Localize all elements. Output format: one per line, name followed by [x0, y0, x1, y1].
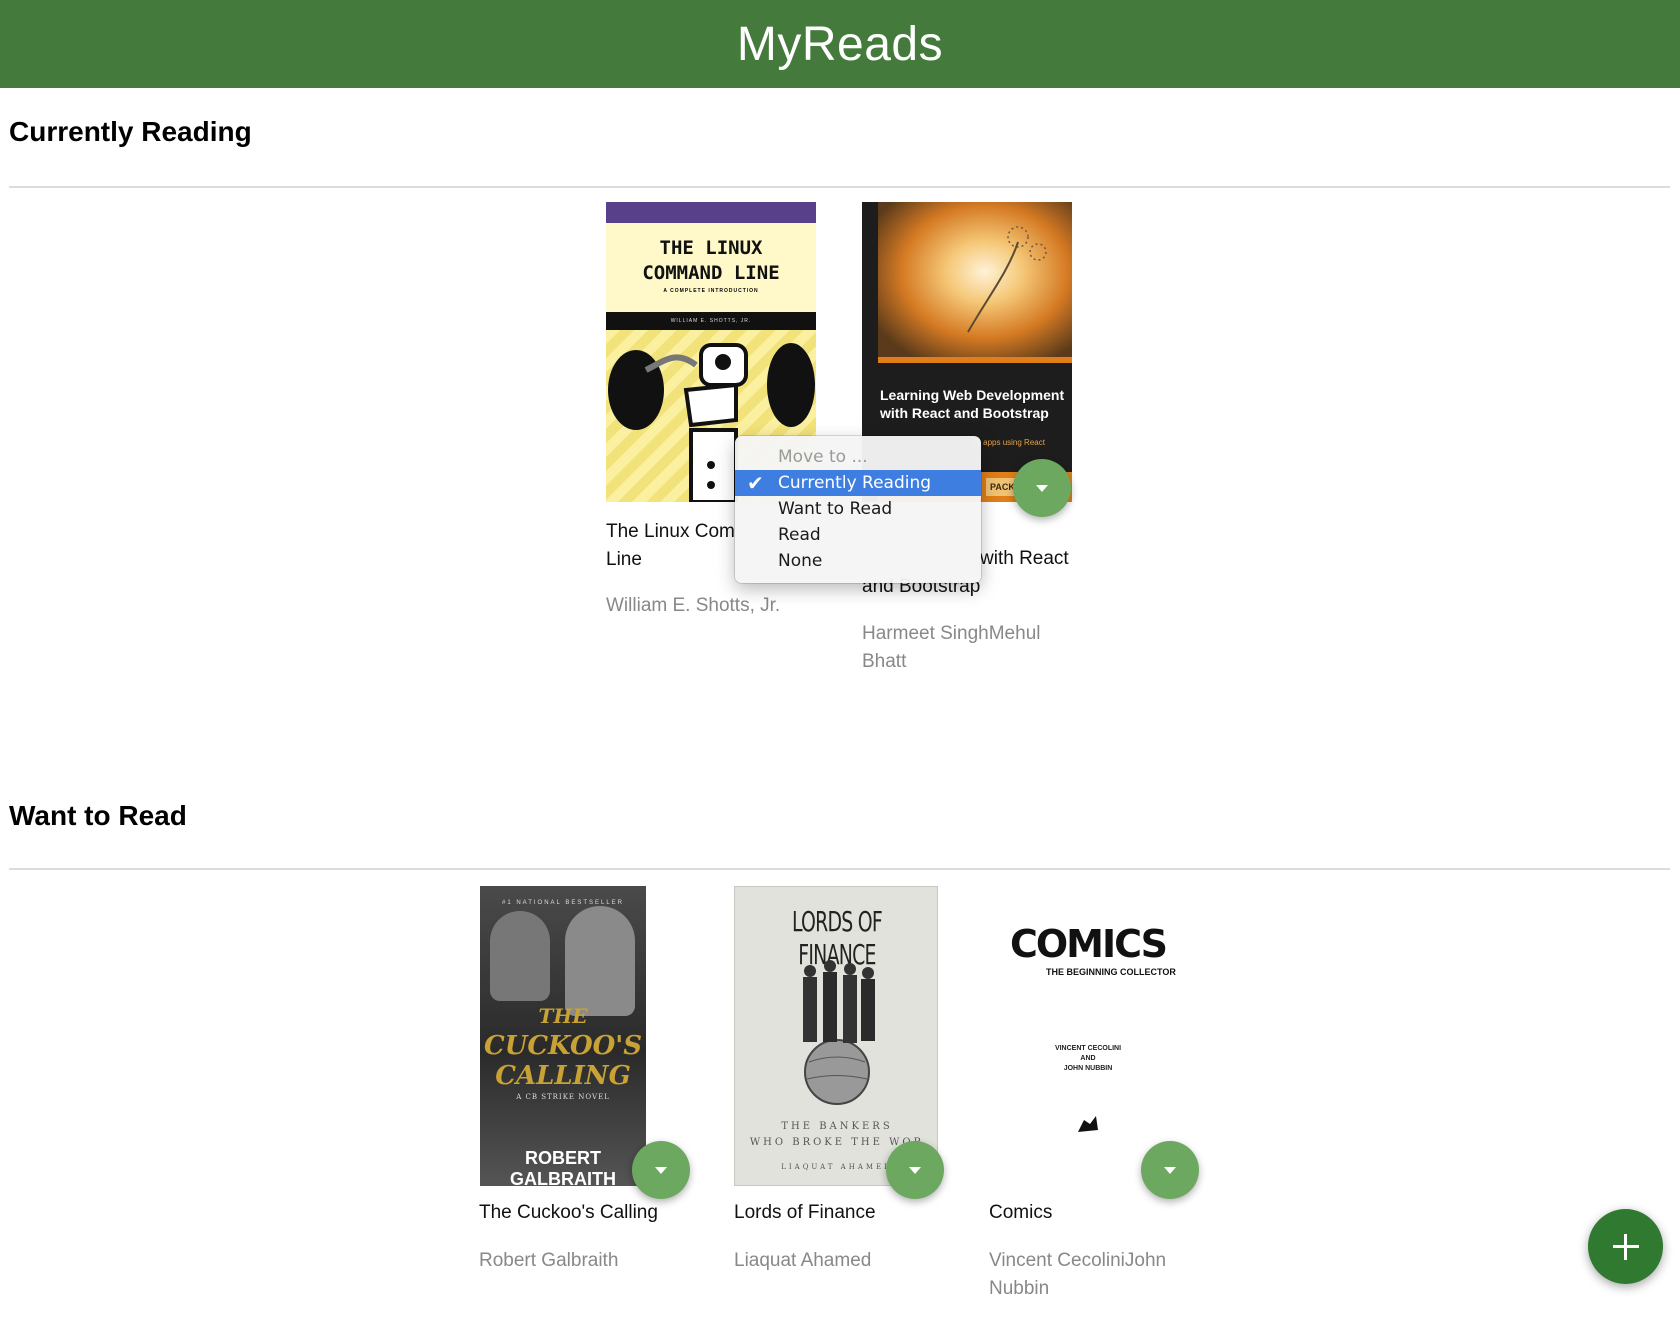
cover-author: VINCENT CECOLINI	[1054, 1045, 1122, 1052]
caret-down-icon	[1164, 1166, 1176, 1174]
cover-subtitle: A CB STRIKE NOVEL	[516, 1093, 610, 1101]
app-header: MyReads	[0, 0, 1680, 88]
bankers-illustration	[803, 960, 875, 1105]
book-authors: Harmeet SinghMehul Bhatt	[862, 623, 1041, 672]
cover-author: AND	[1080, 1055, 1096, 1062]
cover-subtitle: A COMPLETE INTRODUCTION	[663, 288, 759, 294]
book-cover[interactable]: COMICS THE BEGINNING COLLECTOR VINCENT C…	[988, 886, 1188, 1186]
publisher-logo	[1078, 1116, 1098, 1132]
book-authors: Robert Galbraith	[479, 1250, 619, 1271]
cover-author: JOHN NUBBIN	[1063, 1065, 1113, 1072]
plus-icon	[1612, 1233, 1639, 1260]
book-cover[interactable]: #1 NATIONAL BESTSELLER THE CUCKOO'S CALL…	[480, 886, 646, 1186]
cover-author: ROBERT GALBRAITH	[510, 1148, 616, 1186]
book-authors: Liaquat Ahamed	[734, 1250, 872, 1271]
cover-heading: CUCKOO'S	[484, 1031, 642, 1061]
checkmark-icon: ✔	[747, 471, 764, 495]
cover-heading: COMICS	[1009, 922, 1168, 966]
shelf-changer-button[interactable]	[632, 1141, 690, 1199]
menu-option-none[interactable]: None	[735, 548, 981, 574]
caret-down-icon	[1036, 484, 1048, 492]
app-title: MyReads	[736, 17, 944, 71]
book-title: Lords of Finance	[734, 1202, 876, 1223]
cover-tagline: ob apps using React	[972, 438, 1045, 447]
cover-author: WILLIAM E. SHOTTS, JR.	[606, 312, 816, 330]
cover-heading: COMMAND LINE	[642, 262, 780, 284]
cover-badge: #1 NATIONAL BESTSELLER	[501, 900, 625, 906]
cover-heading: with React and Bootstrap	[880, 405, 1049, 421]
book-title: Comics	[989, 1202, 1053, 1223]
shelf-title-currently-reading: Currently Reading	[9, 116, 252, 147]
book-authors: Vincent CecoliniJohn Nubbin	[989, 1250, 1167, 1299]
shelf-divider	[9, 186, 1670, 188]
move-to-menu[interactable]: Move to ... ✔ Currently Reading Want to …	[735, 436, 981, 583]
shelf-changer-button[interactable]	[1141, 1141, 1199, 1199]
cover-heading: THE LINUX	[659, 237, 763, 259]
cover-heading: Learning Web Development	[880, 387, 1065, 403]
shelf-changer-button[interactable]	[886, 1141, 944, 1199]
caret-down-icon	[655, 1166, 667, 1174]
shelf-changer-button[interactable]	[1013, 459, 1071, 517]
cover-heading: CALLING	[495, 1061, 631, 1091]
menu-option-want-to-read[interactable]: Want to Read	[735, 496, 981, 522]
book-authors: William E. Shotts, Jr.	[606, 595, 781, 616]
book-title: The Cuckoo's Calling	[479, 1202, 658, 1223]
menu-header: Move to ...	[778, 447, 868, 467]
flower-illustration	[967, 226, 1047, 333]
menu-option-currently-reading[interactable]: ✔ Currently Reading	[735, 470, 981, 496]
shelf-divider	[9, 868, 1670, 870]
shelf-title-want-to-read: Want to Read	[9, 800, 187, 831]
caret-down-icon	[909, 1166, 921, 1174]
menu-option-read[interactable]: Read	[735, 522, 981, 548]
cover-heading: THE	[538, 1004, 588, 1028]
cover-subtitle: THE BANKERS	[781, 1121, 893, 1132]
cover-subtitle: THE BEGINNING COLLECTOR	[1046, 967, 1176, 977]
add-book-button[interactable]	[1588, 1209, 1663, 1284]
